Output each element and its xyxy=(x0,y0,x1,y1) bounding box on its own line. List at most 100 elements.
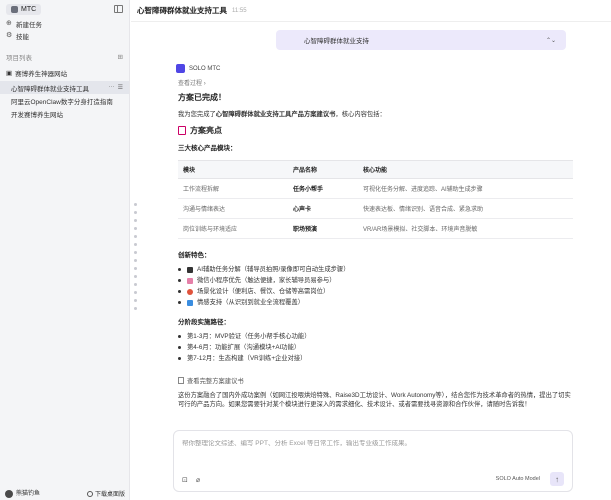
task-label: 开发赛博养生网站 xyxy=(11,111,63,119)
feature-text: 微信小程序优先（触达便捷，家长辅导员易参与） xyxy=(197,277,336,284)
user-message-text: 心智障碍群体就业支持 xyxy=(304,38,369,45)
intro-bold: 心智障碍群体就业支持工具产品方案建议书 xyxy=(215,111,336,118)
document-icon xyxy=(178,377,184,384)
phase-text: 第7-12月：生态构建（VR训练+企业对接） xyxy=(187,355,307,362)
input-tools: ⊡ ⌀ xyxy=(182,476,200,484)
table-row: 工作流程拆解 任务小帮手 可视化任务分解、进度追踪、AI辅助生成步骤 xyxy=(178,178,573,199)
sidebar: MTC ⊕ 新建任务 ⚙ 技能 项目列表 ⊞ ▣ 赛博养生神器网站 心智障碍群体… xyxy=(0,0,130,500)
more-icon[interactable]: ··· xyxy=(109,84,115,91)
agent-header: SOLO MTC xyxy=(176,64,220,73)
table-header-row: 模块 产品名称 核心功能 xyxy=(178,160,573,179)
download-label: 下载桌面版 xyxy=(94,491,125,498)
table-cell: VR/AR场景模拟、社交脚本、环境声音脱敏 xyxy=(358,218,573,239)
user-message[interactable]: 心智障碍群体就业支持 ⌃⌄ xyxy=(276,30,566,50)
sidebar-top: MTC xyxy=(0,0,129,18)
features-heading: 创新特色： xyxy=(178,252,211,259)
conversation: 心智障碍群体就业支持 ⌃⌄ SOLO MTC 查看过程 › 方案已完成！ 我为您… xyxy=(176,22,576,430)
phone-icon xyxy=(187,277,193,284)
task-label: 心智障碍群体就业支持工具 xyxy=(11,85,89,93)
task-label: 阿里云OpenClaw数字分身打造指南 xyxy=(11,98,113,106)
table-cell: 岗位训练与环境适应 xyxy=(178,218,288,239)
user-profile[interactable]: 熊猫钓鱼 xyxy=(5,488,41,498)
skills-button[interactable]: ⚙ 技能 xyxy=(0,30,129,42)
highlights-title: 方案亮点 xyxy=(190,126,222,135)
table-cell: 任务小帮手 xyxy=(288,178,358,199)
phases-heading: 分阶段实施路径： xyxy=(178,319,230,326)
add-folder-icon[interactable]: ⊞ xyxy=(118,53,123,61)
table-header: 模块 xyxy=(178,160,288,179)
agent-icon xyxy=(176,64,185,73)
scroll-indicator[interactable] xyxy=(134,203,137,310)
table-header: 产品名称 xyxy=(288,160,358,179)
list-item: 第7-12月：生态构建（VR训练+企业对接） xyxy=(178,353,573,364)
chat-title: 心智障碍群体就业支持工具 xyxy=(137,6,227,15)
table-cell: 可视化任务分解、进度追踪、AI辅助生成步骤 xyxy=(358,178,573,199)
feature-text: 情感支持（从识别到就业全流程覆盖） xyxy=(197,299,305,306)
folder-icon: ▣ xyxy=(6,70,13,77)
list-icon[interactable]: ☰ xyxy=(118,84,123,91)
list-item: 第1-3月：MVP验证（任务小帮手核心功能） xyxy=(178,331,573,342)
expand-icon[interactable]: ⌃⌄ xyxy=(546,37,556,44)
arrow-up-icon: ↑ xyxy=(555,474,559,484)
chat-time: 11:55 xyxy=(232,7,247,14)
doc-link-label: 查看完整方案建议书 xyxy=(187,378,244,385)
new-task-icon: ⊕ xyxy=(6,20,12,27)
model-selector[interactable]: SOLO Auto Model xyxy=(496,476,540,482)
clipboard-icon xyxy=(178,126,186,135)
sidebar-task-2[interactable]: 开发赛博养生网站 xyxy=(0,107,129,120)
list-item: 情感支持（从识别到就业全流程覆盖） xyxy=(178,297,573,308)
sidebar-footer: 熊猫钓鱼 下载桌面版 xyxy=(0,486,130,500)
table-cell: 工作流程拆解 xyxy=(178,178,288,199)
agent-response: 方案已完成！ 我为您完成了心智障碍群体就业支持工具产品方案建议书，核心内容包括：… xyxy=(178,92,573,409)
skills-label: 技能 xyxy=(16,34,29,41)
robot-icon xyxy=(187,266,193,273)
attach-icon[interactable]: ⌀ xyxy=(196,476,200,484)
target-icon xyxy=(187,288,193,295)
download-icon xyxy=(86,490,93,497)
chat-input[interactable] xyxy=(182,440,562,447)
project-item[interactable]: ▣ 赛博养生神器网站 xyxy=(0,65,129,81)
chat-input-box: ⊡ ⌀ SOLO Auto Model ↑ xyxy=(173,430,573,492)
full-document-link[interactable]: 查看完整方案建议书 xyxy=(178,376,573,385)
new-task-button[interactable]: ⊕ 新建任务 xyxy=(0,18,129,30)
highlights-heading: 方案亮点 xyxy=(178,125,573,136)
workspace-switcher[interactable]: MTC xyxy=(6,3,42,15)
table-row: 沟通与情绪表达 心声卡 快速表达板、情绪识别、语音合成、紧急求助 xyxy=(178,198,573,219)
intro-prefix: 我为您完成了 xyxy=(178,111,216,118)
project-label: 赛博养生神器网站 xyxy=(15,71,68,78)
phases-list: 第1-3月：MVP验证（任务小帮手核心功能） 第4-6月：功能扩展（沟通模块+A… xyxy=(178,331,573,364)
feature-text: 场景化设计（便利店、餐饮、仓储等高需岗位） xyxy=(197,288,330,295)
list-item: 场景化设计（便利店、餐饮、仓储等高需岗位） xyxy=(178,286,573,297)
feature-text: AI辅助任务分解（辅导员拍照/录像即可自动生成步骤） xyxy=(197,266,350,273)
response-closing: 这份方案融合了国内外成功案例（如网江投喂烘焙特殊、Raise3D工坊设计、Wor… xyxy=(178,392,571,408)
workspace-name: MTC xyxy=(21,5,37,13)
table-cell: 沟通与情绪表达 xyxy=(178,198,288,219)
new-task-label: 新建任务 xyxy=(16,22,42,29)
chevron-right-icon: › xyxy=(203,81,206,87)
table-cell: 心声卡 xyxy=(288,198,358,219)
sidebar-task-0[interactable]: 心智障碍群体就业支持工具 ··· ☰ xyxy=(0,81,129,94)
heart-icon xyxy=(187,299,193,306)
sidebar-collapse-icon[interactable] xyxy=(114,5,123,13)
view-process-link[interactable]: 查看过程 › xyxy=(178,78,206,87)
send-button[interactable]: ↑ xyxy=(550,472,564,486)
list-item: 第4-6月：功能扩展（沟通模块+AI功能） xyxy=(178,342,573,353)
agent-name: SOLO MTC xyxy=(189,65,221,72)
phase-text: 第4-6月：功能扩展（沟通模块+AI功能） xyxy=(187,344,301,351)
sidebar-task-1[interactable]: 阿里云OpenClaw数字分身打造指南 xyxy=(0,94,129,107)
upload-file-icon[interactable]: ⊡ xyxy=(182,476,188,484)
projects-section-header: 项目列表 ⊞ xyxy=(0,42,129,65)
download-desktop-button[interactable]: 下载桌面版 xyxy=(86,489,125,498)
table-row: 岗位训练与环境适应 职场预演 VR/AR场景模拟、社交脚本、环境声音脱敏 xyxy=(178,218,573,239)
user-name: 熊猫钓鱼 xyxy=(16,491,41,498)
workspace-icon xyxy=(11,5,18,13)
table-cell: 职场预演 xyxy=(288,218,358,239)
table-header: 核心功能 xyxy=(358,160,573,179)
response-heading: 方案已完成！ xyxy=(178,93,226,102)
response-intro: 我为您完成了心智障碍群体就业支持工具产品方案建议书，核心内容包括： xyxy=(178,110,573,119)
projects-section-label: 项目列表 xyxy=(6,55,32,62)
list-item: AI辅助任务分解（辅导员拍照/录像即可自动生成步骤） xyxy=(178,264,573,275)
features-list: AI辅助任务分解（辅导员拍照/录像即可自动生成步骤） 微信小程序优先（触达便捷，… xyxy=(178,264,573,308)
phase-text: 第1-3月：MVP验证（任务小帮手核心功能） xyxy=(187,333,311,340)
modules-heading: 三大核心产品模块： xyxy=(178,145,237,152)
